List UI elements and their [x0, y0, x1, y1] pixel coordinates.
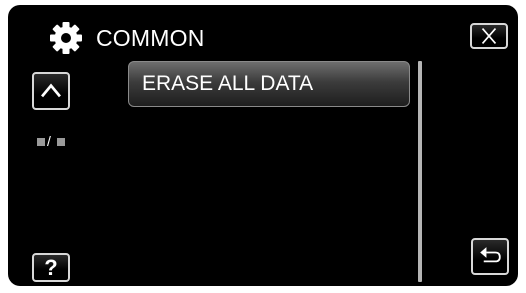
page-indicator-total	[57, 138, 65, 146]
close-button[interactable]	[470, 23, 508, 49]
page-indicator: /	[32, 133, 72, 149]
scroll-up-button[interactable]	[32, 72, 70, 110]
page-indicator-separator: /	[47, 133, 51, 149]
back-button[interactable]	[471, 238, 509, 275]
screen: COMMON / ERASE ALL DATA ?	[8, 5, 518, 286]
help-button[interactable]: ?	[32, 253, 70, 282]
page-indicator-current	[37, 138, 45, 146]
gear-icon	[50, 22, 82, 54]
return-icon	[480, 247, 501, 263]
menu-item-erase-all-data[interactable]: ERASE ALL DATA	[128, 61, 410, 107]
close-icon	[481, 28, 497, 44]
help-button-label: ?	[44, 255, 58, 280]
chevron-up-icon	[41, 83, 61, 98]
page-title: COMMON	[96, 25, 205, 51]
scrollbar[interactable]	[418, 61, 422, 282]
